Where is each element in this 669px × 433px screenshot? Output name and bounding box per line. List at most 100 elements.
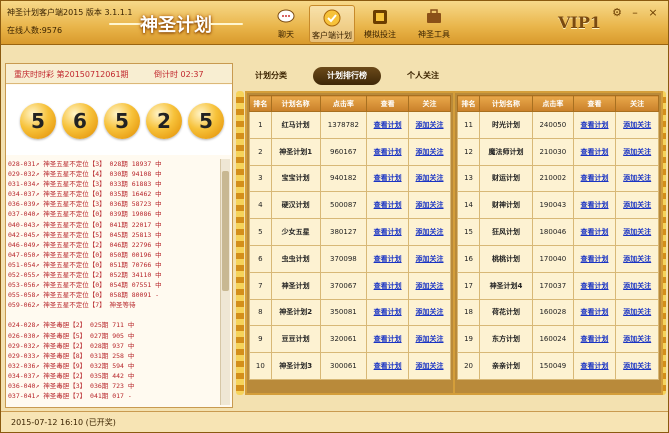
view-plan-link[interactable]: 查看计划 [374, 255, 402, 263]
record-line: 026-030↗ 神圣毒胆【5】 027期 905 中 [8, 331, 135, 340]
nav-client-plan[interactable]: 客户端计划 [309, 5, 355, 43]
plan-name-cell: 魔法师计划 [479, 137, 533, 166]
nav-tools[interactable]: 神圣工具 [411, 5, 457, 43]
rank-cell: 4 [249, 191, 272, 220]
add-follow-link-cell: 添加关注 [615, 111, 659, 139]
add-follow-link[interactable]: 添加关注 [623, 362, 651, 370]
add-follow-link-cell: 添加关注 [615, 191, 659, 220]
view-plan-link[interactable]: 查看计划 [581, 255, 609, 263]
scrollbar-thumb[interactable] [222, 171, 229, 291]
table-row: 6 虫虫计划 370098 查看计划 添加关注 [249, 244, 451, 273]
view-plan-link[interactable]: 查看计划 [374, 335, 402, 343]
record-line: 032-036↗ 神圣毒胆【9】 032期 594 中 [8, 361, 135, 370]
add-follow-link[interactable]: 添加关注 [416, 148, 444, 156]
view-plan-link[interactable]: 查看计划 [374, 228, 402, 236]
close-icon[interactable]: × [647, 7, 659, 19]
view-plan-link[interactable]: 查看计划 [581, 282, 609, 290]
add-follow-link[interactable]: 添加关注 [623, 228, 651, 236]
plan-name-cell: 神圣计划3 [270, 352, 321, 380]
view-plan-link-cell: 查看计划 [366, 191, 410, 220]
clicks-cell: 370067 [319, 271, 368, 300]
rank-cell: 2 [249, 137, 272, 166]
rank-cell: 10 [249, 352, 272, 380]
view-plan-link[interactable]: 查看计划 [581, 362, 609, 370]
view-plan-link[interactable]: 查看计划 [374, 121, 402, 129]
view-plan-link[interactable]: 查看计划 [581, 201, 609, 209]
record-line: 040-043↗ 神圣五星不定位【0】 041期 22017 中 [8, 220, 162, 229]
add-follow-link[interactable]: 添加关注 [623, 255, 651, 263]
view-plan-link[interactable]: 查看计划 [374, 148, 402, 156]
rank-cell: 9 [249, 325, 272, 354]
add-follow-link[interactable]: 添加关注 [416, 121, 444, 129]
minimize-icon[interactable]: – [629, 7, 641, 19]
table-row: 12 魔法师计划 210030 查看计划 添加关注 [456, 137, 659, 166]
add-follow-link[interactable]: 添加关注 [416, 308, 444, 316]
view-plan-link[interactable]: 查看计划 [581, 148, 609, 156]
table-row: 20 亲亲计划 150049 查看计划 添加关注 [456, 352, 659, 380]
result-ball: 5 [20, 103, 56, 139]
view-plan-link[interactable]: 查看计划 [581, 335, 609, 343]
plan-name-cell: 硬汉计划 [270, 191, 321, 220]
rank-cell: 7 [249, 271, 272, 300]
view-plan-link[interactable]: 查看计划 [581, 121, 609, 129]
clicks-cell: 320061 [319, 325, 368, 354]
view-plan-link[interactable]: 查看计划 [374, 174, 402, 182]
add-follow-link[interactable]: 添加关注 [416, 228, 444, 236]
nav-client-plan-label: 客户端计划 [312, 31, 352, 40]
clicks-cell: 150049 [531, 352, 574, 380]
add-follow-link[interactable]: 添加关注 [416, 362, 444, 370]
tab-plan-ranking[interactable]: 计划排行榜 [313, 67, 381, 85]
view-plan-link[interactable]: 查看计划 [581, 174, 609, 182]
add-follow-link[interactable]: 添加关注 [623, 308, 651, 316]
clicks-cell: 160024 [531, 325, 574, 354]
table-row: 10 神圣计划3 300061 查看计划 添加关注 [249, 352, 451, 380]
view-plan-link[interactable]: 查看计划 [581, 228, 609, 236]
view-plan-link[interactable]: 查看计划 [374, 308, 402, 316]
add-follow-link[interactable]: 添加关注 [623, 282, 651, 290]
record-line: 047-050↗ 神圣五星不定位【0】 050期 00196 中 [8, 250, 162, 259]
add-follow-link[interactable]: 添加关注 [623, 201, 651, 209]
plan-name-cell: 财运计划 [479, 164, 533, 193]
view-plan-link-cell: 查看计划 [366, 164, 410, 193]
nav-chat[interactable]: 聊天 [263, 5, 309, 43]
clicks-cell: 380127 [319, 218, 368, 246]
add-follow-link[interactable]: 添加关注 [623, 121, 651, 129]
view-plan-link-cell: 查看计划 [572, 191, 617, 220]
plan-name-cell: 红马计划 [270, 111, 321, 139]
add-follow-link-cell: 添加关注 [615, 164, 659, 193]
add-follow-link[interactable]: 添加关注 [416, 174, 444, 182]
view-plan-link[interactable]: 查看计划 [374, 201, 402, 209]
clicks-cell: 350081 [319, 298, 368, 327]
view-plan-link[interactable]: 查看计划 [374, 362, 402, 370]
record-line: 046-049↗ 神圣五星不定位【2】 046期 22796 中 [8, 240, 162, 249]
rank-cell: 1 [249, 111, 272, 139]
record-scrollbar[interactable] [220, 159, 230, 405]
view-plan-link-cell: 查看计划 [366, 218, 410, 246]
tab-plan-category[interactable]: 计划分类 [237, 67, 305, 85]
add-follow-link[interactable]: 添加关注 [623, 148, 651, 156]
plan-name-cell: 狂风计划 [479, 218, 533, 246]
add-follow-link[interactable]: 添加关注 [416, 282, 444, 290]
add-follow-link[interactable]: 添加关注 [416, 255, 444, 263]
app-logo: 神圣计划 [140, 15, 212, 36]
tab-my-follows[interactable]: 个人关注 [389, 67, 457, 85]
view-plan-link[interactable]: 查看计划 [581, 308, 609, 316]
add-follow-link-cell: 添加关注 [408, 137, 451, 166]
vip-badge: VIP1 [558, 13, 602, 32]
add-follow-link[interactable]: 添加关注 [416, 201, 444, 209]
record-line: 034-037↗ 神圣五星不定位【0】 035期 16462 中 [8, 190, 162, 199]
settings-icon[interactable]: ⚙ [611, 7, 623, 19]
column-header: 计划名称 [479, 95, 533, 112]
nav-simulated-bet[interactable]: 模拟投注 [357, 5, 403, 43]
table-row: 8 神圣计划2 350081 查看计划 添加关注 [249, 298, 451, 327]
rank-cell: 14 [456, 191, 481, 220]
add-follow-link[interactable]: 添加关注 [623, 335, 651, 343]
table-row: 3 宝宝计划 940182 查看计划 添加关注 [249, 164, 451, 193]
column-header: 关注 [408, 95, 451, 112]
view-plan-link[interactable]: 查看计划 [374, 282, 402, 290]
view-plan-link-cell: 查看计划 [572, 271, 617, 300]
add-follow-link[interactable]: 添加关注 [416, 335, 444, 343]
add-follow-link[interactable]: 添加关注 [623, 174, 651, 182]
plan-record-list: 028-031↗ 神圣五星不定位【3】 028期 18937 中 029-032↗… [8, 159, 220, 405]
rank-cell: 16 [456, 244, 481, 273]
